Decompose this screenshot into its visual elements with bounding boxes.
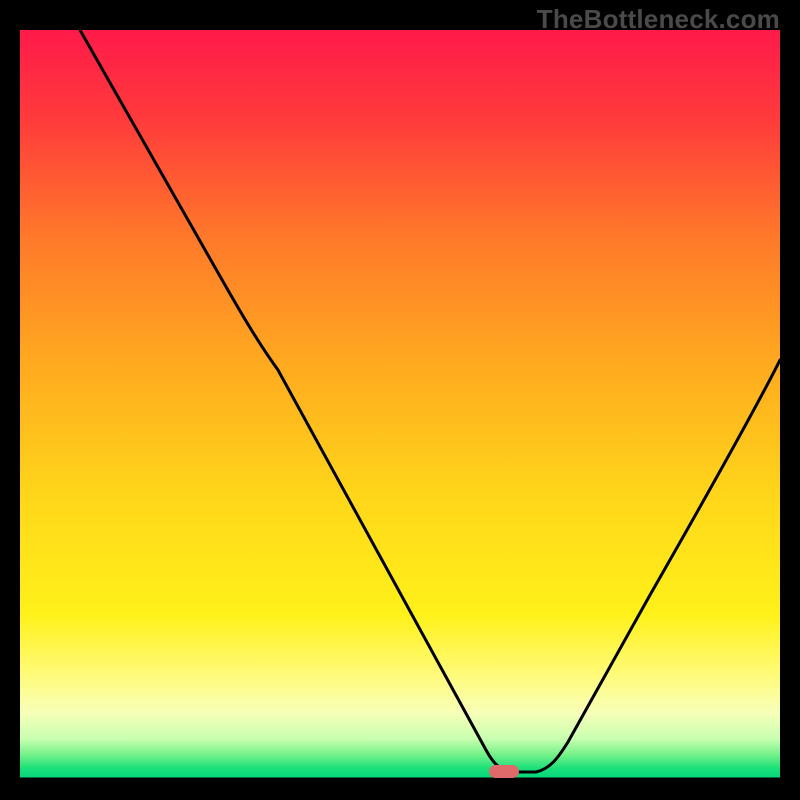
chart-svg xyxy=(20,30,780,780)
chart-container: TheBottleneck.com xyxy=(0,0,800,800)
gradient-background xyxy=(20,30,780,780)
optimal-marker xyxy=(489,765,519,778)
watermark-text: TheBottleneck.com xyxy=(537,4,780,35)
plot-area xyxy=(20,30,780,780)
